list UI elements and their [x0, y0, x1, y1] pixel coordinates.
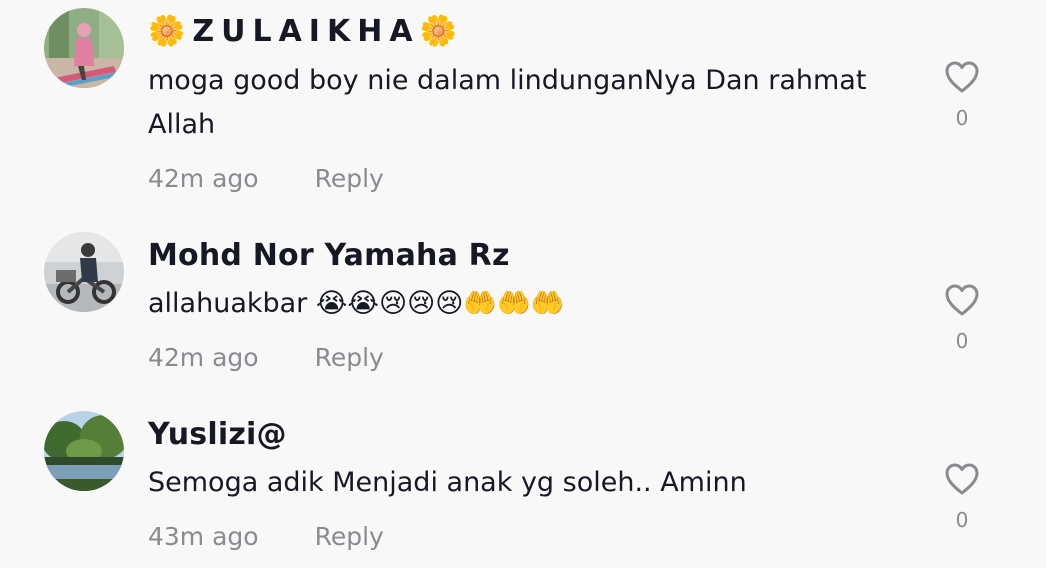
comment-text: Semoga adik Menjadi anak yg soleh.. Amin…	[148, 467, 747, 498]
comment-meta: 43m ago Reply	[148, 522, 384, 552]
comment-username[interactable]: 🌼ZULAIKHA🌼	[148, 14, 464, 50]
comment-text: allahuakbar 😭😭😢😢😢🤲🤲🤲	[148, 288, 565, 319]
like-button[interactable]: 0	[940, 462, 984, 532]
like-button[interactable]: 0	[940, 283, 984, 353]
comment-username[interactable]: Yuslizi@	[148, 417, 287, 453]
heart-outline-icon	[945, 463, 979, 495]
comment-username[interactable]: Mohd Nor Yamaha Rz	[148, 238, 510, 274]
comment-time: 43m ago	[148, 522, 259, 551]
reply-button[interactable]: Reply	[315, 164, 384, 193]
avatar[interactable]	[44, 8, 124, 88]
avatar[interactable]	[44, 232, 124, 312]
heart-outline-icon	[945, 284, 979, 316]
like-count: 0	[955, 106, 969, 130]
comment-meta: 42m ago Reply	[148, 164, 384, 194]
comment-text: moga good boy nie dalam lindunganNya Dan…	[148, 65, 876, 140]
reply-button[interactable]: Reply	[315, 522, 384, 551]
comment-time: 42m ago	[148, 164, 259, 193]
heart-outline-icon	[945, 61, 979, 93]
like-count: 0	[955, 329, 969, 353]
avatar[interactable]	[44, 411, 124, 491]
reply-button[interactable]: Reply	[315, 343, 384, 372]
like-count: 0	[955, 508, 969, 532]
like-button[interactable]: 0	[940, 60, 984, 130]
comment-time: 42m ago	[148, 343, 259, 372]
comment-meta: 42m ago Reply	[148, 343, 384, 373]
